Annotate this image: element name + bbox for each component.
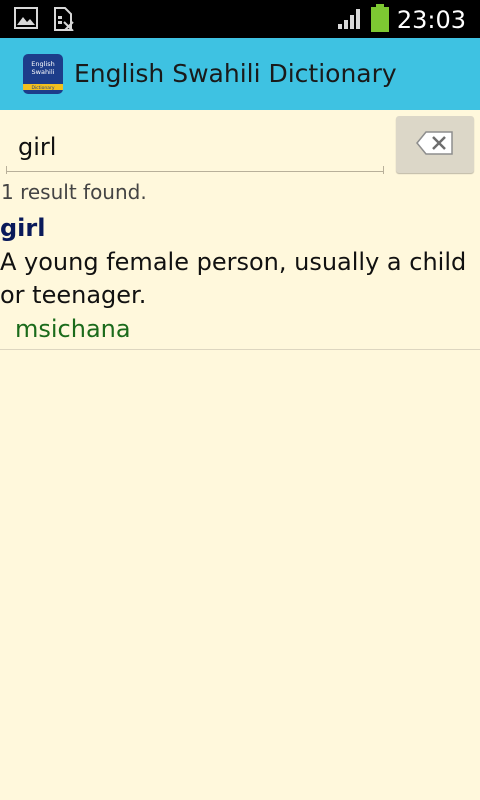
action-bar: English Swahili Dictionary English Swahi…: [0, 38, 480, 110]
search-underline-left: [6, 166, 7, 174]
status-bar: 23:03: [0, 0, 480, 38]
entry-translation: msichana: [15, 315, 131, 343]
clock: 23:03: [396, 6, 466, 34]
clear-search-button[interactable]: [396, 116, 474, 173]
search-underline-right: [383, 166, 384, 174]
app-title: English Swahili Dictionary: [74, 59, 397, 88]
image-icon: [14, 7, 38, 35]
backspace-icon: [416, 130, 454, 159]
svg-text:Dictionary: Dictionary: [31, 85, 54, 91]
search-input[interactable]: [6, 122, 384, 172]
result-count: 1 result found.: [1, 180, 147, 204]
entry-definition: A young female person, usually a child o…: [0, 248, 467, 309]
search-field[interactable]: [6, 122, 384, 174]
battery-icon: [370, 4, 389, 36]
svg-text:English: English: [31, 60, 54, 68]
signal-icon: [337, 6, 363, 34]
app-logo-icon[interactable]: English Swahili Dictionary: [23, 54, 63, 94]
divider: [0, 349, 480, 350]
sim-card-off-icon: [52, 7, 74, 35]
entry-word: girl: [0, 214, 46, 242]
svg-text:Swahili: Swahili: [32, 68, 55, 76]
